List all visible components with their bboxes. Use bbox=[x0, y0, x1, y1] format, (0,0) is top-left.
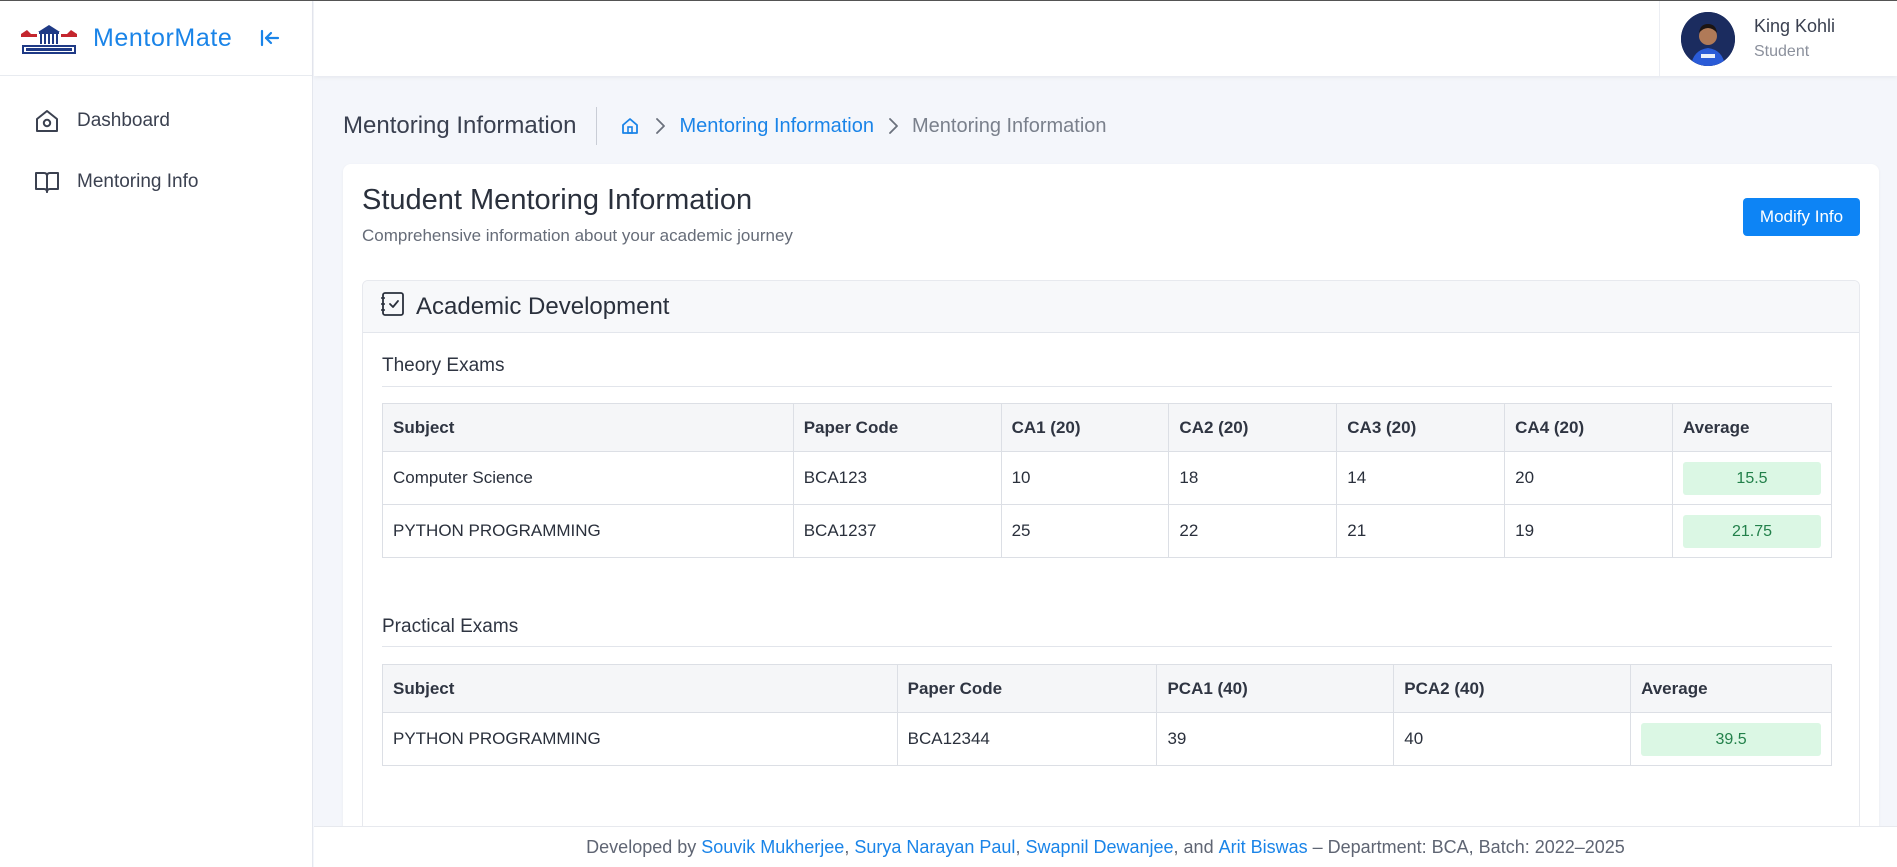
brand: MentorMate bbox=[0, 1, 312, 76]
average-badge: 15.5 bbox=[1683, 461, 1821, 495]
score-cell: 14 bbox=[1336, 451, 1506, 505]
footer: Developed by Souvik Mukherjee , Surya Na… bbox=[314, 826, 1897, 867]
subject-cell: PYTHON PROGRAMMING bbox=[382, 504, 794, 558]
user-menu[interactable]: King Kohli Student bbox=[1659, 1, 1897, 76]
section-title: Academic Development bbox=[416, 292, 670, 320]
average-badge: 21.75 bbox=[1683, 514, 1821, 548]
book-icon bbox=[32, 167, 62, 197]
sidebar-item-label: Dashboard bbox=[77, 109, 170, 131]
sidebar-item-dashboard[interactable]: Dashboard bbox=[0, 90, 312, 151]
column-header: Average bbox=[1672, 403, 1832, 452]
average-cell: 21.75 bbox=[1672, 504, 1832, 558]
footer-separator: , bbox=[1015, 836, 1026, 857]
modify-info-button[interactable]: Modify Info bbox=[1743, 198, 1860, 236]
card-title: Student Mentoring Information bbox=[362, 184, 753, 216]
average-cell: 15.5 bbox=[1672, 451, 1832, 505]
breadcrumb-current: Mentoring Information bbox=[912, 114, 1107, 137]
sidebar-item-label: Mentoring Info bbox=[77, 170, 199, 192]
sidebar-item-mentoring-info[interactable]: Mentoring Info bbox=[0, 151, 312, 212]
table-row: PYTHON PROGRAMMING BCA12344 39 40 39.5 bbox=[382, 712, 1832, 766]
avatar bbox=[1681, 11, 1735, 66]
divider bbox=[596, 107, 598, 145]
column-header: CA3 (20) bbox=[1336, 403, 1506, 452]
average-cell: 39.5 bbox=[1630, 712, 1832, 766]
practical-exams-title: Practical Exams bbox=[382, 616, 519, 637]
author-link[interactable]: Souvik Mukherjee bbox=[701, 837, 844, 858]
footer-separator: , bbox=[844, 836, 855, 857]
user-role: Student bbox=[1754, 43, 1810, 60]
card-subtitle: Comprehensive information about your aca… bbox=[362, 226, 793, 245]
score-cell: 18 bbox=[1168, 451, 1338, 505]
column-header: CA2 (20) bbox=[1168, 403, 1338, 452]
top-header: King Kohli Student bbox=[314, 1, 1897, 76]
academic-development-section: Academic Development Theory Exams Subjec… bbox=[362, 280, 1860, 867]
home-icon bbox=[32, 106, 62, 136]
practical-exams-table: Subject Paper Code PCA1 (40) PCA2 (40) A… bbox=[382, 664, 1832, 766]
column-header: Paper Code bbox=[792, 403, 1002, 452]
paper-code-cell: BCA123 bbox=[792, 451, 1002, 505]
chevron-right-icon bbox=[653, 116, 667, 136]
subject-cell: Computer Science bbox=[382, 451, 794, 505]
table-header-row: Subject Paper Code CA1 (20) CA2 (20) CA3… bbox=[382, 403, 1832, 452]
score-cell: 21 bbox=[1336, 504, 1506, 558]
score-cell: 10 bbox=[1000, 451, 1170, 505]
column-header: Paper Code bbox=[896, 664, 1158, 713]
score-cell: 20 bbox=[1504, 451, 1673, 505]
score-cell: 40 bbox=[1393, 712, 1632, 766]
subject-cell: PYTHON PROGRAMMING bbox=[382, 712, 898, 766]
collapse-sidebar-icon[interactable] bbox=[258, 26, 282, 50]
column-header: PCA2 (40) bbox=[1393, 664, 1632, 713]
table-row: PYTHON PROGRAMMING BCA1237 25 22 21 19 2… bbox=[382, 504, 1832, 558]
footer-separator: , and bbox=[1173, 836, 1219, 857]
user-name: King Kohli bbox=[1754, 16, 1836, 36]
author-link[interactable]: Swapnil Dewanjee bbox=[1025, 837, 1173, 858]
column-header: PCA1 (40) bbox=[1156, 664, 1395, 713]
column-header: CA1 (20) bbox=[1000, 403, 1170, 452]
author-link[interactable]: Surya Narayan Paul bbox=[854, 837, 1015, 858]
paper-code-cell: BCA1237 bbox=[792, 504, 1002, 558]
theory-exams-title: Theory Exams bbox=[382, 355, 505, 376]
breadcrumb-link[interactable]: Mentoring Information bbox=[679, 115, 874, 138]
score-cell: 19 bbox=[1504, 504, 1673, 558]
sidebar-nav: Dashboard Mentoring Info bbox=[0, 76, 312, 212]
score-cell: 39 bbox=[1156, 712, 1395, 766]
average-badge: 39.5 bbox=[1641, 722, 1821, 756]
clipboard-check-icon bbox=[381, 291, 405, 322]
chevron-right-icon bbox=[886, 116, 900, 136]
page-title: Mentoring Information bbox=[343, 112, 577, 139]
column-header: Average bbox=[1630, 664, 1832, 713]
breadcrumb-home-icon[interactable] bbox=[619, 115, 641, 137]
author-link[interactable]: Arit Biswas bbox=[1219, 837, 1308, 858]
table-header-row: Subject Paper Code PCA1 (40) PCA2 (40) A… bbox=[382, 664, 1832, 713]
column-header: Subject bbox=[382, 403, 794, 452]
column-header: CA4 (20) bbox=[1504, 403, 1673, 452]
section-header: Academic Development bbox=[363, 281, 1859, 333]
score-cell: 22 bbox=[1168, 504, 1338, 558]
divider bbox=[382, 386, 1832, 387]
table-row: Computer Science BCA123 10 18 14 20 15.5 bbox=[382, 451, 1832, 505]
divider bbox=[382, 646, 1832, 647]
main-content: Mentoring Information Mentoring Informat… bbox=[314, 76, 1897, 867]
score-cell: 25 bbox=[1000, 504, 1170, 558]
app-name: MentorMate bbox=[93, 23, 233, 52]
sidebar: MentorMate Dashboard Mentoring Info bbox=[0, 1, 313, 867]
eminent-logo-icon bbox=[18, 20, 80, 56]
footer-prefix: Developed by bbox=[586, 836, 702, 857]
column-header: Subject bbox=[382, 664, 898, 713]
theory-exams-table: Subject Paper Code CA1 (20) CA2 (20) CA3… bbox=[382, 403, 1832, 558]
paper-code-cell: BCA12344 bbox=[896, 712, 1158, 766]
footer-suffix: – Department: BCA, Batch: 2022–2025 bbox=[1307, 836, 1625, 857]
page-header: Mentoring Information Mentoring Informat… bbox=[343, 106, 1107, 146]
mentoring-card: Student Mentoring Information Comprehens… bbox=[343, 164, 1879, 867]
user-info: King Kohli Student bbox=[1754, 16, 1835, 61]
